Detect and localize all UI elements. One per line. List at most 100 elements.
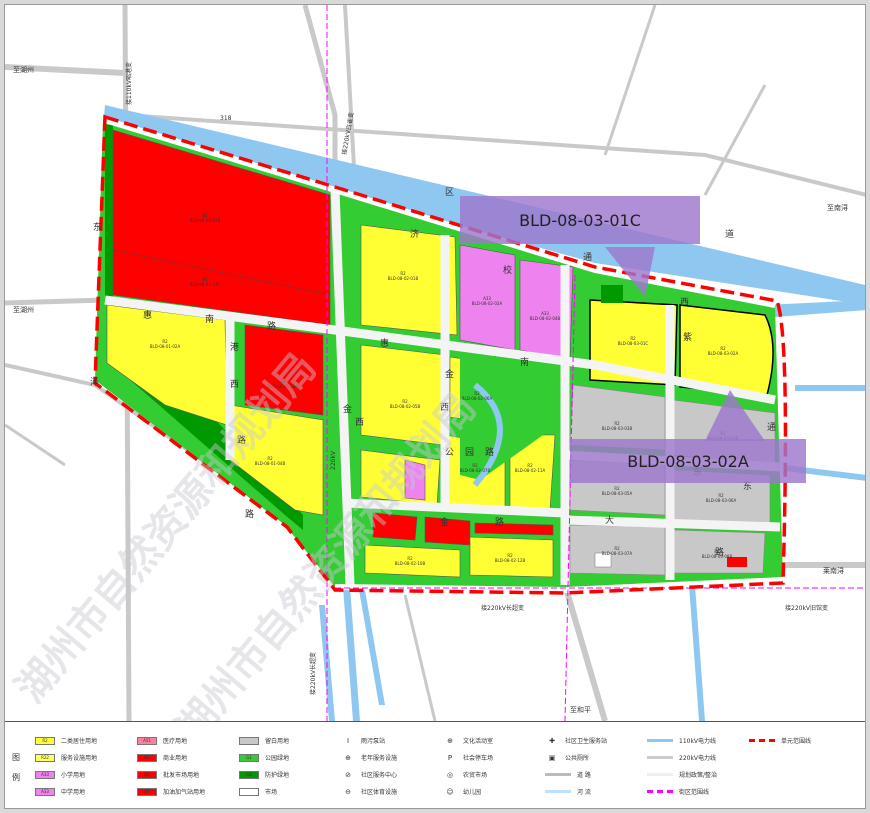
road-char-gangxi: 港 (230, 341, 239, 353)
legend-item: 规划政策/整治 (647, 770, 717, 779)
legend-item: 110kV电力线 (647, 736, 716, 745)
planning-map[interactable]: 惠 南 路 惠 南 公 园 路 金 金 西 西 金 路 港 西 路 路 区 通 … (5, 5, 865, 721)
legend-symbol-icon: ▣ (548, 753, 556, 762)
legend-label: 社区卫生服务站 (565, 738, 608, 745)
road-char-ze: 泽 (90, 377, 99, 388)
legend-symbol-icon: I (346, 736, 350, 745)
label-to-huzhou-top: 至湖州 (13, 65, 34, 74)
legend-label: 商业用地 (163, 755, 188, 762)
road-char-jin-3: 金 (440, 516, 449, 528)
map-frame: 惠 南 路 惠 南 公 园 路 金 金 西 西 金 路 港 西 路 路 区 通 … (4, 4, 866, 809)
legend-line (647, 773, 673, 776)
legend-item: ⊕ 文化活动室 (443, 736, 494, 746)
legend-item: 河 流 (545, 787, 591, 796)
legend-swatch: B1 (137, 753, 157, 762)
callout-bld-08-03-02a: BLD-08-03-02A (570, 439, 806, 483)
road-char-yuan: 园 (465, 447, 474, 458)
legend-label: 道 路 (577, 772, 591, 779)
legend-label: 防护绿地 (265, 772, 290, 779)
legend: 图例 R2 二类居住用地 R22 服务设施用地 A33 小学用地 A33 中学用地 A51 医疗用… (5, 721, 865, 808)
legend-item: ☺ 幼儿园 (443, 787, 482, 797)
legend-label: 公园绿地 (265, 755, 290, 762)
label-220kv-south: 接220kV长超变 (309, 652, 317, 695)
legend-symbol-icon: ⊘ (345, 770, 351, 779)
legend-label: 单元范围线 (781, 738, 812, 745)
label-to-nanxun: 至南浔 (827, 203, 848, 212)
legend-label: 公共厕所 (565, 755, 590, 762)
legend-label: 中学用地 (61, 789, 86, 796)
legend-item: 单元范围线 (749, 736, 811, 745)
legend-label: 市场 (265, 789, 278, 796)
road-char-xiao: 校 (503, 264, 512, 276)
road-char-dong-3: 东 (93, 221, 102, 233)
parcel-b1-south-3[interactable] (474, 522, 554, 536)
legend-item: A33 小学用地 (35, 770, 85, 779)
road-char-nan: 南 (205, 313, 214, 325)
label-110kv: 接110kV昭港变 (125, 62, 133, 105)
road-char-ji: 济 (410, 228, 419, 240)
map-canvas: 惠 南 路 惠 南 公 园 路 金 金 西 西 金 路 港 西 路 路 区 通 … (5, 5, 865, 721)
road-char-lu-3: 路 (495, 516, 504, 528)
legend-item: ▣ 公共厕所 (545, 753, 590, 763)
legend-label: 批发市场用地 (163, 772, 200, 779)
road-char-lu: 路 (267, 320, 276, 332)
legend-item: B4 加油加气站用地 (137, 787, 205, 796)
legend-item: A51 医疗用地 (137, 736, 187, 745)
legend-label: 二类居住用地 (61, 738, 98, 745)
legend-line (749, 739, 775, 742)
legend-item: R2 二类居住用地 (35, 736, 97, 745)
legend-item: G2 防护绿地 (239, 770, 289, 779)
parcel-green-east[interactable] (601, 285, 623, 303)
legend-swatch (239, 736, 259, 745)
road-char-hui: 惠 (143, 309, 152, 321)
legend-swatch: A33 (35, 787, 55, 796)
legend-label: 社会停车场 (463, 755, 494, 762)
legend-item: ⊖ 社区体育设施 (341, 787, 397, 797)
legend-label: 规划政策/整治 (679, 772, 718, 779)
legend-label: 河 流 (577, 789, 591, 796)
legend-label: 医疗用地 (163, 738, 188, 745)
road-char-jin-2: 金 (445, 368, 454, 380)
legend-label: 幼儿园 (463, 789, 482, 796)
legend-item: 市场 (239, 787, 277, 796)
legend-line (647, 739, 673, 742)
legend-line (647, 790, 673, 793)
road-char-dao: 道 (725, 228, 734, 240)
legend-label: 留白用地 (265, 738, 290, 745)
legend-label: 加油加气站用地 (163, 789, 206, 796)
legend-item: 街区范围线 (647, 787, 709, 796)
label-220kv-bottom: 接220kV长超变 (481, 604, 524, 612)
legend-swatch: R2 (35, 736, 55, 745)
legend-item: ✚ 社区卫生服务站 (545, 736, 608, 746)
road-char-tong-2: 通 (767, 422, 776, 433)
legend-item: G1 公园绿地 (239, 753, 289, 762)
legend-symbol-icon: ☺ (446, 787, 454, 796)
legend-symbol-icon: P (447, 753, 453, 762)
legend-label: 220kV电力线 (679, 755, 717, 762)
legend-swatch: G1 (239, 753, 259, 762)
label-to-heping: 至和平 (570, 705, 591, 714)
legend-item: R22 服务设施用地 (35, 753, 97, 762)
legend-label: 雨污泵站 (361, 738, 386, 745)
road-char-lu-2: 路 (485, 446, 494, 458)
road-char-xi-4: 西 (680, 297, 689, 308)
legend-label: 小学用地 (61, 772, 86, 779)
label-road-318: 318 (220, 115, 232, 122)
road-char-xi-3: 西 (230, 379, 239, 390)
legend-swatch (239, 787, 259, 796)
legend-label: 社区服务中心 (361, 772, 398, 779)
legend-symbol-icon: ⊕ (447, 736, 453, 745)
legend-item: A33 中学用地 (35, 787, 85, 796)
legend-swatch: A33 (35, 770, 55, 779)
legend-swatch: G2 (239, 770, 259, 779)
legend-label: 街区范围线 (679, 789, 710, 796)
legend-item: I 雨污泵站 (341, 736, 386, 746)
legend-item: P 社会停车场 (443, 753, 494, 763)
legend-title: 图例 (12, 753, 20, 782)
legend-label: 文化活动室 (463, 738, 494, 745)
road-char-tong: 通 (583, 252, 592, 263)
road-char-lu-5: 路 (245, 508, 254, 520)
road-char-ziji: 紫 (683, 332, 692, 343)
legend-item: ⊕ 老年服务设施 (341, 753, 397, 763)
road-char-da: 大 (605, 514, 614, 526)
